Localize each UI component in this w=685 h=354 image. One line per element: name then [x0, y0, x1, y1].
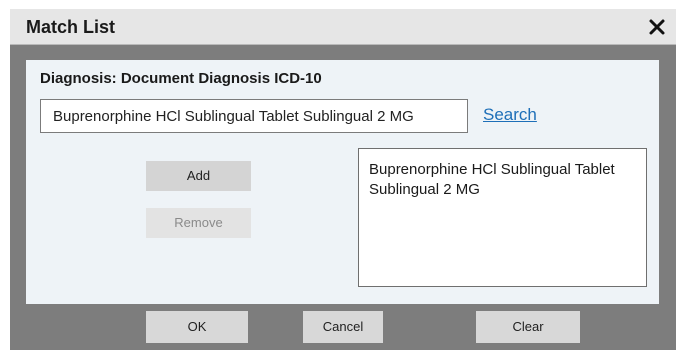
search-link[interactable]: Search: [483, 105, 537, 125]
match-list-box[interactable]: Buprenorphine HCl Sublingual Tablet Subl…: [358, 148, 647, 287]
diagnosis-label: Diagnosis: Document Diagnosis ICD-10: [40, 70, 322, 87]
dialog-title: Match List: [26, 17, 116, 37]
list-item[interactable]: Buprenorphine HCl Sublingual Tablet Subl…: [369, 160, 636, 200]
dialog-titlebar: Match List: [10, 9, 676, 45]
remove-button[interactable]: Remove: [146, 208, 251, 238]
diagnosis-panel: Diagnosis: Document Diagnosis ICD-10 Sea…: [26, 60, 659, 304]
clear-button[interactable]: Clear: [476, 311, 580, 343]
match-list-dialog: Match List Diagnosis: Document Diagnosis…: [10, 9, 676, 350]
cancel-button[interactable]: Cancel: [303, 311, 383, 343]
add-button[interactable]: Add: [146, 161, 251, 191]
diagnosis-search-input[interactable]: [40, 99, 468, 133]
close-icon[interactable]: [648, 18, 666, 36]
ok-button[interactable]: OK: [146, 311, 248, 343]
